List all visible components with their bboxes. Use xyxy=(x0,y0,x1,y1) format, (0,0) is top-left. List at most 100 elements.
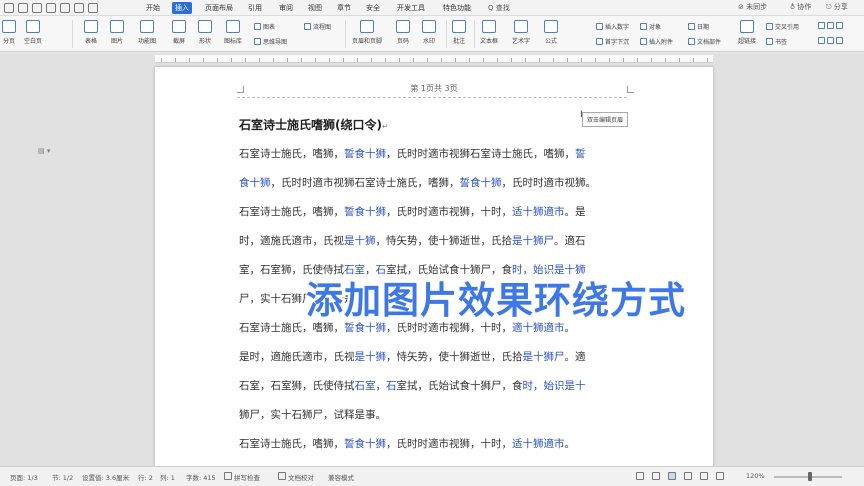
page-indicator[interactable]: 页面: 1/3 xyxy=(10,472,38,482)
chart-button[interactable]: 图表 xyxy=(254,22,275,31)
text-line[interactable]: 狮尸，实十石狮尸，试释是事。 xyxy=(239,407,634,422)
tab-home[interactable]: 开始 xyxy=(143,2,163,14)
spell-check-toggle[interactable]: 拼写检查 xyxy=(234,472,260,482)
tab-page-layout[interactable]: 页面布局 xyxy=(202,2,236,14)
flowchart-button[interactable]: 流程图 xyxy=(304,22,331,31)
web-view-icon[interactable] xyxy=(700,472,708,480)
document-title[interactable]: 石室诗士施氏嗜狮(绕口令)↵ xyxy=(239,116,389,133)
setting-value[interactable]: 设置值: 3.6厘米 xyxy=(82,472,129,482)
drop-cap-button[interactable]: 首字下沉 xyxy=(596,37,629,46)
text-line[interactable]: 石室诗士施氏，嗜狮，誓食十狮，氏时时適市视狮石室诗士施氏，嗜狮，誓 xyxy=(239,146,634,161)
ruler-tick xyxy=(455,58,456,62)
eye-protection-icon[interactable] xyxy=(652,472,660,480)
ribbon-separator xyxy=(474,20,475,48)
text-line[interactable]: 石室诗士施氏，嗜狮，誓食十狮，氏时时適市视狮，十时，适十狮適市。是 xyxy=(239,204,634,219)
object-button[interactable]: 对象 xyxy=(640,22,661,31)
layout-toggle-b[interactable] xyxy=(818,37,845,44)
save-icon[interactable] xyxy=(18,3,28,13)
proofread-button[interactable]: 文档校对 xyxy=(288,472,314,482)
text-box-button[interactable]: 文本框 xyxy=(480,20,498,45)
tab-view[interactable]: 视图 xyxy=(305,2,325,14)
ruler-tick xyxy=(665,58,666,62)
text-line[interactable]: 石室，石室狮，氏使侍拭石室，石室拭，氏始试食十狮尸，食时，始识是十 xyxy=(239,378,634,393)
drop-cap-icon xyxy=(596,38,603,45)
paragraph-handle-icon[interactable]: ▤ ▾ xyxy=(38,147,50,155)
header-footer-button[interactable]: 页眉和页脚 xyxy=(352,20,382,45)
text-segment: 。是 xyxy=(564,206,586,218)
file-menu-icon[interactable] xyxy=(4,3,14,13)
insert-number-button[interactable]: 插入数字 xyxy=(596,22,629,31)
table-button[interactable]: 表格 xyxy=(84,20,98,45)
text-line[interactable]: 食十狮，氏时时適市视狮石室诗士施氏，嗜狮，誓食十狮，氏时时適市视狮。 xyxy=(239,175,634,190)
word-count[interactable]: 字数: 415 xyxy=(186,472,216,482)
tab-security[interactable]: 安全 xyxy=(363,2,383,14)
icon-library-button[interactable]: 图标库 xyxy=(224,20,242,45)
ruler-tick xyxy=(609,58,610,62)
collaborate-button[interactable]: ♁ 协作 xyxy=(790,2,811,12)
mind-map-button[interactable]: 思维导图 xyxy=(254,37,287,46)
tab-insert[interactable]: 插入 xyxy=(172,2,192,14)
write-mode-icon[interactable] xyxy=(716,472,724,480)
word-art-button[interactable]: 艺术字 xyxy=(512,20,530,45)
zoom-slider-handle[interactable] xyxy=(808,472,812,481)
ribbon-separator xyxy=(72,20,73,48)
section-indicator[interactable]: 节: 1/2 xyxy=(52,472,73,482)
print-icon[interactable] xyxy=(32,3,42,13)
sync-status[interactable]: ⊘ 未同步 xyxy=(738,2,767,12)
text-line[interactable]: 石室诗士施氏，嗜狮，誓食十狮，氏时时適市视狮，十时，适十狮適市。 xyxy=(239,436,634,451)
insert-attachment-button[interactable]: 插入附件 xyxy=(640,37,673,46)
page-view-icon[interactable] xyxy=(668,472,676,480)
tab-chapter[interactable]: 章节 xyxy=(334,2,354,14)
layout-toggle-a[interactable] xyxy=(818,22,845,29)
ruler-tick xyxy=(469,58,470,62)
ruler-tick xyxy=(357,58,358,62)
ruler-tick xyxy=(231,58,232,62)
function-chart-button[interactable]: 功能图 xyxy=(138,20,156,45)
document-page[interactable]: 第 1页共 3页 I 双击编辑页眉 石室诗士施氏嗜狮(绕口令)↵ 石室诗士施氏，… xyxy=(155,67,713,466)
shape-icon xyxy=(198,20,212,33)
dropdown-icon[interactable] xyxy=(88,3,98,13)
tab-review[interactable]: 审阅 xyxy=(276,2,296,14)
ruler-tick xyxy=(651,58,652,62)
document-area[interactable]: ▤ ▾ 第 1页共 3页 I 双击编辑页眉 石室诗士施氏嗜狮(绕口令)↵ 石室诗… xyxy=(0,53,864,466)
cross-reference-button[interactable]: 交叉引用 xyxy=(766,22,799,31)
search-box[interactable]: Q 查找 xyxy=(488,3,510,13)
shape-button[interactable]: 形状 xyxy=(198,20,212,45)
tab-references[interactable]: 引用 xyxy=(245,2,265,14)
share-button[interactable]: ⎋ 分享 xyxy=(826,2,848,12)
word-art-icon xyxy=(514,20,528,33)
text-segment: ，氏时时適市视狮，十时， xyxy=(386,438,512,450)
insert-number-icon xyxy=(596,23,603,30)
page-break-button[interactable]: 分页 xyxy=(2,20,16,45)
undo-icon[interactable] xyxy=(60,3,70,13)
picture-button[interactable]: 图片 xyxy=(110,20,124,45)
date-button[interactable]: 日期 xyxy=(688,22,709,31)
text-line[interactable]: 时，適施氏適市，氏视是十狮，恃矢势，使十狮逝世，氏拾是十狮尸。適石 xyxy=(239,233,634,248)
redo-icon[interactable] xyxy=(74,3,84,13)
tab-features[interactable]: 特色功能 xyxy=(440,2,474,14)
horizontal-ruler[interactable] xyxy=(155,55,713,63)
text-line[interactable]: 是时，適施氏適市，氏视是十狮，恃矢势，使十狮逝世，氏拾是十狮尸。適 xyxy=(239,349,634,364)
preview-icon[interactable] xyxy=(46,3,56,13)
ruler-tick xyxy=(707,58,708,62)
hyperlink-button[interactable]: 超链接 xyxy=(738,20,756,45)
watermark-button[interactable]: 水印 xyxy=(422,20,436,45)
ruler-tick xyxy=(623,58,624,62)
zoom-level[interactable]: 120% xyxy=(746,472,765,480)
outline-view-icon[interactable] xyxy=(684,472,692,480)
page-number-button[interactable]: 页码 xyxy=(396,20,410,45)
fullscreen-icon[interactable] xyxy=(636,472,644,480)
screenshot-button[interactable]: 截屏 xyxy=(172,20,186,45)
tab-developer[interactable]: 开发工具 xyxy=(394,2,428,14)
blank-page-button[interactable]: 空白页 xyxy=(24,20,42,45)
formula-button[interactable]: 公式 xyxy=(544,20,558,45)
text-box-icon xyxy=(482,20,496,33)
ruler-tick xyxy=(553,58,554,62)
hyperlink-icon xyxy=(740,20,754,33)
document-parts-button[interactable]: 文档部件 xyxy=(688,37,721,46)
highlighted-text: 食十狮 xyxy=(239,177,271,189)
margin-corner-mark xyxy=(237,86,244,93)
bookmark-button[interactable]: 书签 xyxy=(766,37,787,46)
caption-overlay: 添加图片效果环绕方式 xyxy=(306,279,686,322)
comment-button[interactable]: 批注 xyxy=(452,20,466,45)
